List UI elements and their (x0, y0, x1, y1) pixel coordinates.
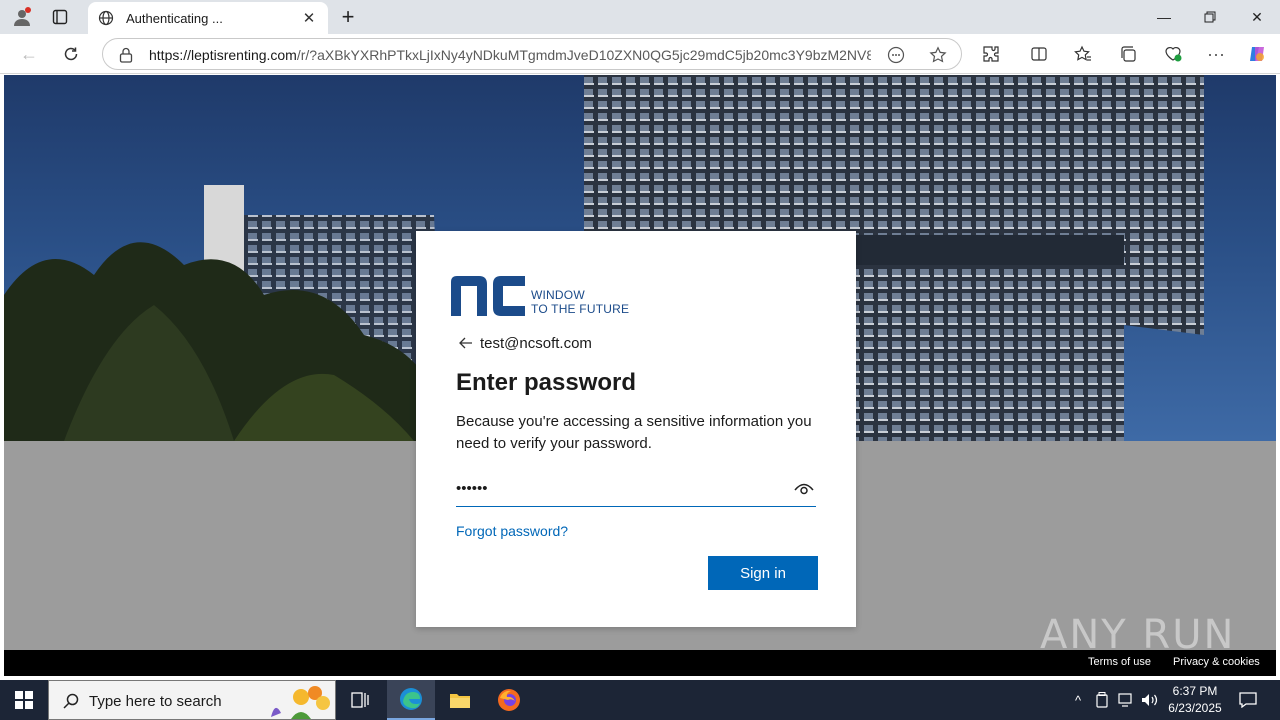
extensions-icon[interactable] (978, 42, 1004, 66)
site-info-icon[interactable] (117, 46, 135, 64)
back-icon[interactable]: ← (16, 42, 42, 66)
arrow-left-icon[interactable] (456, 333, 476, 353)
refresh-icon[interactable] (58, 42, 84, 66)
notifications-icon[interactable] (1238, 690, 1258, 710)
password-field-wrapper (456, 471, 816, 507)
signin-button[interactable]: Sign in (708, 556, 818, 590)
watermark: ANY RUN (1040, 612, 1236, 658)
search-placeholder: Type here to search (89, 693, 222, 710)
address-bar-row: ← https://leptisrenting.com/r/?aXBkYXRhP… (0, 34, 1280, 74)
nc-logo-icon (451, 276, 525, 316)
split-screen-icon[interactable] (1026, 42, 1052, 66)
description-text: Because you're accessing a sensitive inf… (456, 413, 812, 452)
browser-tab-bar: Authenticating ... ✕ + — ✕ (0, 0, 1280, 34)
copilot-icon[interactable] (1244, 42, 1270, 66)
network-icon[interactable] (1116, 690, 1136, 710)
clock-time: 6:37 PM (1172, 684, 1218, 698)
tab-actions-icon[interactable] (48, 5, 72, 29)
restore-icon[interactable] (1187, 4, 1233, 30)
reader-mode-icon[interactable] (885, 44, 907, 66)
flowers-decoration-icon (271, 686, 330, 719)
password-input[interactable] (456, 475, 776, 501)
more-options-icon[interactable]: ··· (1203, 42, 1229, 66)
device-icon[interactable] (1092, 690, 1112, 710)
url-bar[interactable]: https://leptisrenting.com/r/?aXBkYXRhPTk… (102, 38, 962, 70)
profile-icon[interactable] (10, 5, 34, 29)
trees-illustration (4, 242, 424, 441)
windows-start-icon[interactable] (0, 680, 48, 720)
file-explorer-icon[interactable] (436, 680, 484, 720)
favorite-star-icon[interactable] (927, 44, 949, 66)
taskbar-search-box[interactable]: Type here to search (48, 680, 336, 720)
tab-close-icon[interactable]: ✕ (300, 9, 318, 27)
system-clock[interactable]: 6:37 PM 6/23/2025 (1160, 683, 1230, 717)
forgot-password-link[interactable]: Forgot password? (456, 523, 568, 539)
clock-date: 6/23/2025 (1168, 701, 1222, 715)
reveal-password-icon[interactable] (792, 477, 816, 501)
search-icon (61, 691, 81, 711)
favorites-icon[interactable] (1070, 42, 1096, 66)
globe-icon (96, 8, 116, 28)
firefox-icon[interactable] (485, 680, 533, 720)
browser-essentials-icon[interactable] (1160, 42, 1186, 66)
volume-icon[interactable] (1140, 690, 1160, 710)
tab-title: Authenticating ... (126, 10, 223, 26)
window-close-icon[interactable]: ✕ (1234, 4, 1280, 30)
task-view-icon[interactable] (336, 680, 384, 720)
signin-card: WINDOW TO THE FUTURE test@ncsoft.com Ent… (416, 231, 856, 627)
collections-icon[interactable] (1115, 42, 1141, 66)
tab-authenticating[interactable]: Authenticating ... ✕ (88, 2, 328, 34)
edge-taskbar-icon[interactable] (387, 680, 435, 720)
new-tab-icon[interactable]: + (336, 4, 360, 29)
page-title: Enter password (456, 369, 637, 396)
identity-email: test@ncsoft.com (480, 334, 592, 352)
chevron-up-icon[interactable]: ^ (1068, 690, 1088, 710)
logo-tagline: WINDOW TO THE FUTURE (531, 288, 630, 316)
url-text: https://leptisrenting.com/r/?aXBkYXRhPTk… (149, 47, 871, 63)
taskbar: Type here to search ^ 6:37 PM 6/23/2025 (0, 680, 1280, 720)
identity-banner[interactable]: test@ncsoft.com (456, 333, 592, 353)
minimize-icon[interactable]: — (1141, 4, 1187, 30)
company-logo: WINDOW TO THE FUTURE (451, 276, 641, 316)
